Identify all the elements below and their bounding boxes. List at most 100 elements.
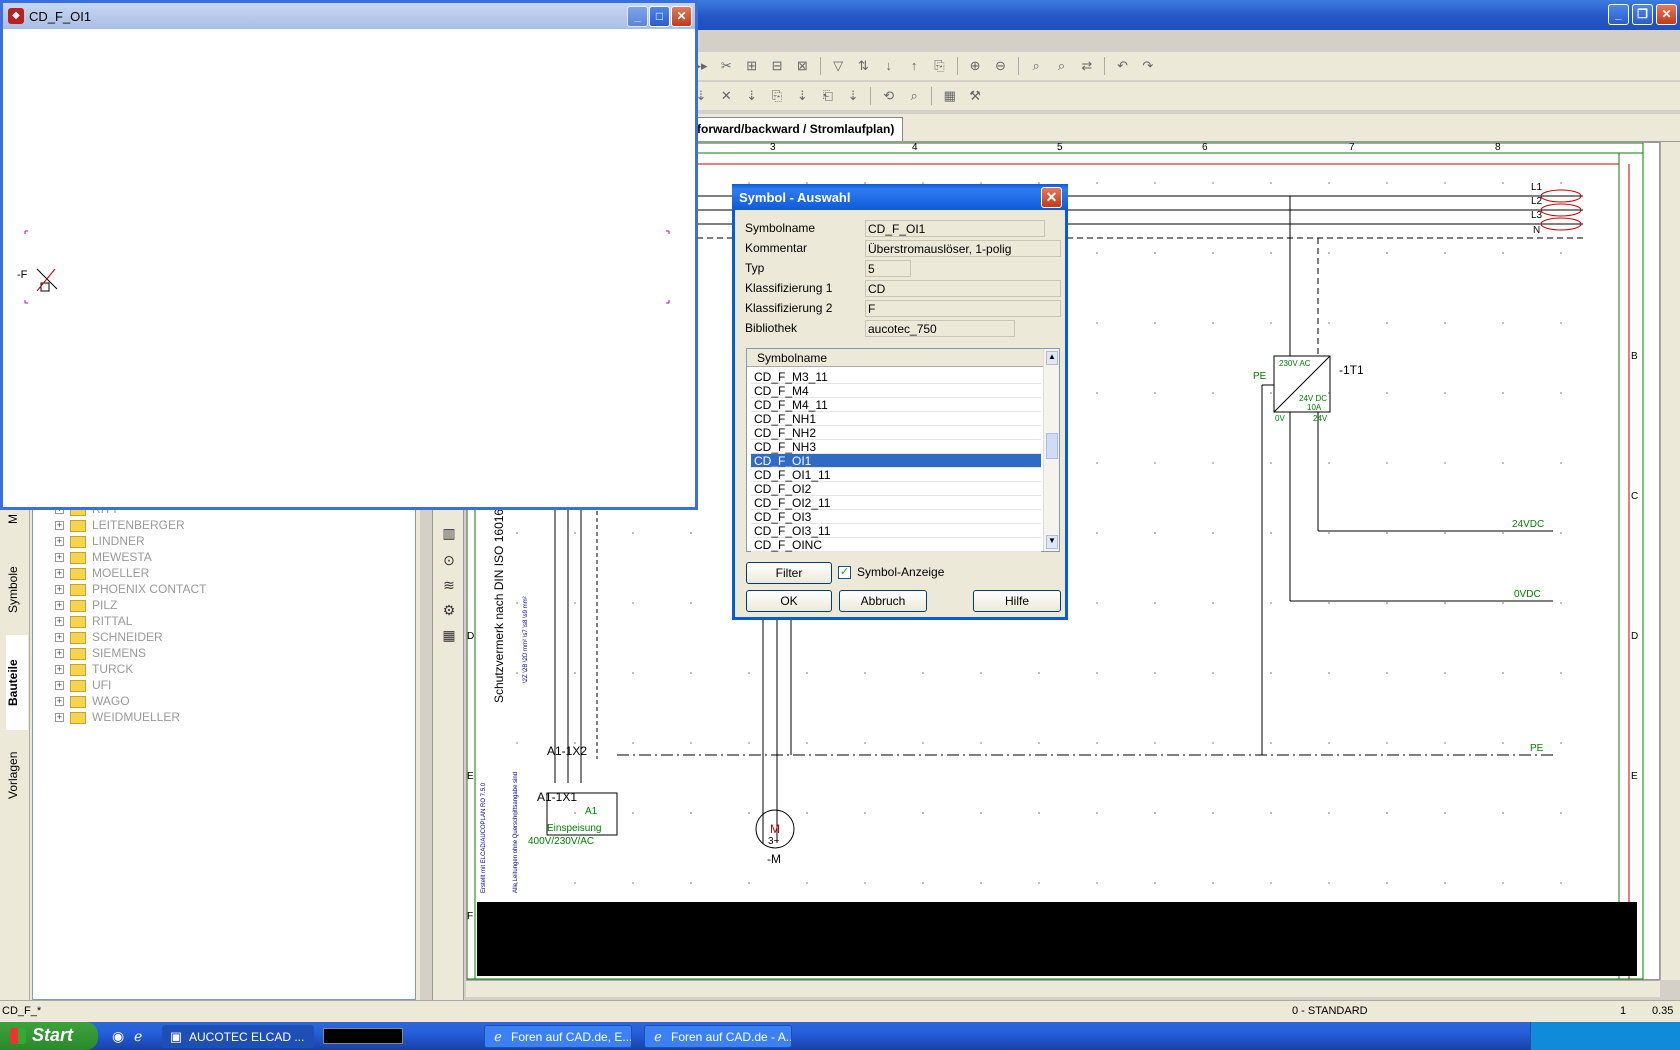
- tree-item[interactable]: + WAGO: [55, 694, 130, 710]
- zoom-in-icon[interactable]: ⊕: [966, 57, 984, 75]
- restore-button[interactable]: ❐: [1632, 4, 1653, 25]
- export-icon[interactable]: ⎘: [930, 57, 948, 75]
- expand-icon[interactable]: +: [55, 553, 64, 563]
- copy-icon[interactable]: ⎘: [768, 87, 786, 105]
- filter-icon[interactable]: ▽: [829, 57, 847, 75]
- expand-icon[interactable]: +: [55, 617, 64, 627]
- wave-icon[interactable]: ≋: [439, 575, 459, 595]
- start-button[interactable]: Start: [0, 1022, 98, 1050]
- preview-maximize-button[interactable]: □: [649, 6, 670, 27]
- scroll-up-icon[interactable]: ▲: [1046, 351, 1058, 365]
- symbol-list-item[interactable]: CD_F_OI2_11: [751, 496, 1041, 510]
- symbol-list-header[interactable]: Symbolname: [747, 349, 1043, 367]
- tree-item[interactable]: + LINDNER: [55, 534, 145, 550]
- tree-item[interactable]: + PILZ: [55, 598, 117, 614]
- paste-icon[interactable]: ⎗: [819, 87, 837, 105]
- symbol-list-item[interactable]: CD_F_OINC: [751, 538, 1041, 552]
- table-icon[interactable]: ▦: [941, 87, 959, 105]
- tree-item[interactable]: + WEIDMUELLER: [55, 710, 180, 726]
- help-button[interactable]: Hilfe: [973, 590, 1061, 612]
- task-hidden[interactable]: [323, 1028, 403, 1044]
- cancel-button[interactable]: Abbruch: [839, 590, 927, 612]
- expand-icon[interactable]: +: [55, 681, 64, 691]
- down4-icon[interactable]: ⇣: [844, 87, 862, 105]
- tree-item[interactable]: + SCHNEIDER: [55, 630, 163, 646]
- down3-icon[interactable]: ⇣: [793, 87, 811, 105]
- filter-button[interactable]: Filter: [746, 562, 832, 584]
- close-button[interactable]: ✕: [1656, 4, 1677, 25]
- expand-icon[interactable]: +: [55, 665, 64, 675]
- preview-close-button[interactable]: ✕: [671, 6, 692, 27]
- redo-icon[interactable]: ↷: [1139, 57, 1157, 75]
- vertical-scrollbar[interactable]: [1660, 142, 1680, 980]
- tree-item[interactable]: + SIEMENS: [55, 646, 146, 662]
- expand-icon[interactable]: +: [55, 649, 64, 659]
- search-icon[interactable]: ⌕: [905, 87, 923, 105]
- tool3-icon[interactable]: ⊠: [793, 57, 811, 75]
- symbol-list-scrollbar[interactable]: ▲ ▼: [1043, 349, 1059, 551]
- down2-icon[interactable]: ⇣: [743, 87, 761, 105]
- expand-icon[interactable]: +: [55, 521, 64, 531]
- symbol-display-checkbox[interactable]: ✓: [838, 566, 851, 579]
- expand-icon[interactable]: +: [55, 537, 64, 547]
- tree-item[interactable]: + TURCK: [55, 662, 133, 678]
- expand-icon[interactable]: +: [55, 585, 64, 595]
- binoculars-icon[interactable]: ⌕: [1027, 57, 1045, 75]
- find-next-icon[interactable]: ⌕: [1053, 57, 1071, 75]
- tab-m-icon[interactable]: M: [6, 507, 28, 531]
- symbol-list-item[interactable]: CD_F_OI3: [751, 510, 1041, 524]
- scroll-thumb[interactable]: [1046, 433, 1058, 459]
- preview-minimize-button[interactable]: _: [627, 6, 648, 27]
- quicklaunch-desktop-icon[interactable]: ◉: [112, 1028, 124, 1045]
- symbol-list-item[interactable]: CD_F_OI1_11: [751, 468, 1041, 482]
- hammer-icon[interactable]: ⚒: [966, 87, 984, 105]
- update-icon[interactable]: ⟲: [880, 87, 898, 105]
- tree-item[interactable]: + MOELLER: [55, 566, 149, 582]
- expand-icon[interactable]: +: [55, 569, 64, 579]
- tool-icon[interactable]: ⊞: [743, 57, 761, 75]
- tab-symbole[interactable]: Symbole: [6, 545, 28, 635]
- symbol-list-item[interactable]: CD_F_M4: [751, 384, 1041, 398]
- tree-item[interactable]: + MEWESTA: [55, 550, 152, 566]
- task-foren-2[interactable]: ℯ Foren auf CAD.de - A...: [644, 1025, 792, 1048]
- grid-icon[interactable]: ▦: [439, 625, 459, 645]
- task-foren-1[interactable]: ℯ Foren auf CAD.de, E...: [484, 1025, 632, 1048]
- expand-icon[interactable]: +: [55, 633, 64, 643]
- tree-item[interactable]: + PHOENIX CONTACT: [55, 582, 206, 598]
- task-aucotec[interactable]: ▣ AUCOTEC ELCAD ...: [162, 1025, 314, 1048]
- symbol-list-item[interactable]: CD_F_M3_11: [751, 370, 1041, 384]
- tab-stromlaufplan[interactable]: forward/backward / Stromlaufplan): [690, 117, 904, 141]
- gear-icon[interactable]: ⚙: [439, 600, 459, 620]
- tree-item[interactable]: + UFI: [55, 678, 111, 694]
- tool2-icon[interactable]: ⊟: [768, 57, 786, 75]
- quicklaunch-ie-icon[interactable]: ℯ: [134, 1028, 142, 1045]
- tree-item[interactable]: + RITTAL: [55, 614, 132, 630]
- bars-icon[interactable]: ▥: [439, 523, 459, 543]
- expand-icon[interactable]: +: [55, 697, 64, 707]
- symbol-list-item[interactable]: CD_F_OI3_11: [751, 524, 1041, 538]
- sort-za-icon[interactable]: ↑: [905, 57, 923, 75]
- scroll-down-icon[interactable]: ▼: [1046, 535, 1058, 549]
- zoom-out-icon[interactable]: ⊖: [991, 57, 1009, 75]
- sort-icon[interactable]: ⇅: [854, 57, 872, 75]
- symbol-list-item[interactable]: CD_F_NH3: [751, 440, 1041, 454]
- horizontal-scrollbar[interactable]: [466, 980, 1660, 997]
- symbol-list-item[interactable]: CD_F_OI2: [751, 482, 1041, 496]
- symbol-list-item[interactable]: CD_F_OI1: [751, 454, 1041, 468]
- ok-button[interactable]: OK: [746, 590, 832, 612]
- symbol-list[interactable]: Symbolname CD_F_M3_11 CD_F_M4 CD_F_M4_11 CD…: [746, 348, 1060, 552]
- cut-icon[interactable]: ✂: [717, 57, 735, 75]
- tree-item[interactable]: + LEITENBERGER: [55, 518, 185, 534]
- expand-icon[interactable]: +: [55, 601, 64, 611]
- minimize-button[interactable]: _: [1608, 4, 1629, 25]
- replace-icon[interactable]: ⇄: [1078, 57, 1096, 75]
- expand-icon[interactable]: +: [55, 713, 64, 723]
- sort-az-icon[interactable]: ↓: [880, 57, 898, 75]
- delete-icon[interactable]: ✕: [717, 87, 735, 105]
- symbol-list-item[interactable]: CD_F_NH1: [751, 412, 1041, 426]
- dialog-close-button[interactable]: ✕: [1041, 187, 1062, 208]
- symbol-list-item[interactable]: CD_F_M4_11: [751, 398, 1041, 412]
- tab-bauteile[interactable]: Bauteile: [6, 635, 28, 730]
- undo-icon[interactable]: ↶: [1114, 57, 1132, 75]
- compass-icon[interactable]: ⊙: [439, 550, 459, 570]
